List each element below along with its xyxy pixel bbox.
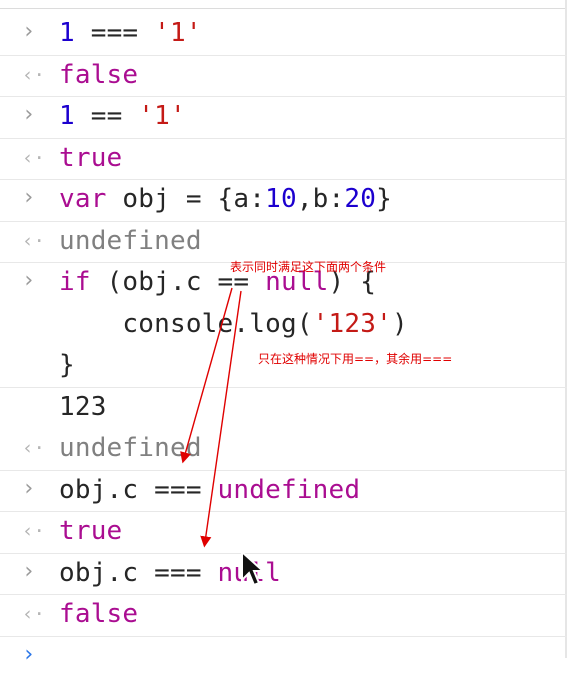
arrow-to-undefined [184, 288, 232, 458]
arrow-to-null [205, 291, 241, 542]
annotation-arrows [0, 0, 567, 658]
mouse-pointer-icon [240, 550, 266, 590]
